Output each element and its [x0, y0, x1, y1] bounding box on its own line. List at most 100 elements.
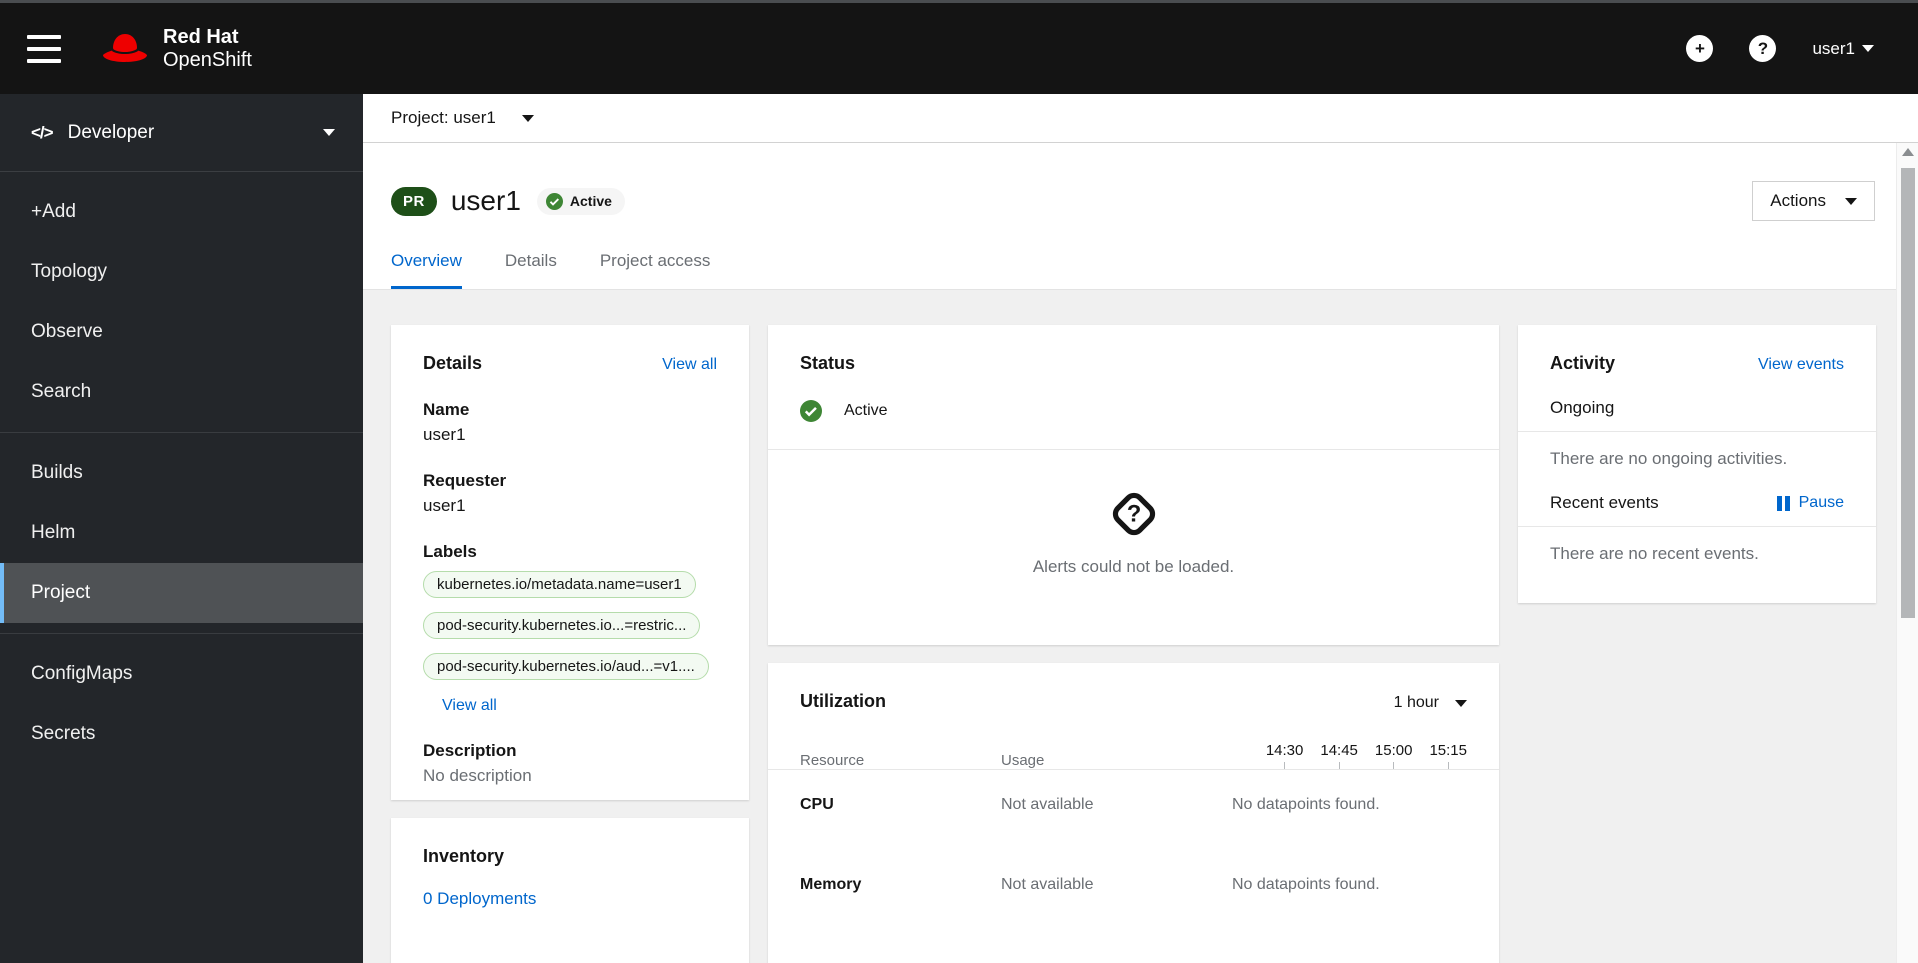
status-badge: Active	[536, 187, 625, 215]
status-row: Active	[800, 400, 1467, 422]
recent-events-empty-message: There are no recent events.	[1550, 544, 1759, 563]
user-menu[interactable]: user1	[1812, 39, 1874, 59]
details-view-all-link[interactable]: View all	[662, 356, 717, 374]
masthead: Red Hat OpenShift + ? user1	[0, 0, 1918, 94]
project-selector-label: Project: user1	[391, 108, 496, 127]
ongoing-heading: Ongoing	[1550, 398, 1615, 417]
usage-value: Not available	[1001, 876, 1094, 893]
help-icon[interactable]: ?	[1749, 35, 1777, 62]
utilization-row-cpu: CPU Not available No datapoints found.	[800, 796, 1467, 814]
view-events-link[interactable]: View events	[1758, 356, 1844, 374]
chevron-down-icon	[1455, 699, 1467, 707]
right-column: Activity View events Ongoing There are n…	[1518, 325, 1876, 603]
hamburger-icon	[27, 34, 61, 39]
column-resource: Resource	[800, 752, 865, 769]
sidebar: </> Developer +Add Topology Observe Sear…	[0, 94, 363, 963]
time-tick-label: 15:00	[1374, 742, 1413, 759]
vertical-scrollbar[interactable]	[1896, 143, 1918, 963]
tick-mark	[1284, 762, 1286, 769]
code-icon: </>	[31, 122, 54, 142]
perspective-switcher[interactable]: </> Developer	[0, 94, 363, 172]
inventory-card-title: Inventory	[423, 846, 505, 866]
field-value-name: user1	[423, 425, 466, 444]
inventory-card: Inventory 0 Deployments	[391, 818, 749, 963]
brand-line1: Red Hat	[163, 25, 239, 48]
main-content: Project: user1 PR user1 Active Actions O…	[363, 94, 1918, 963]
field-label-name: Name	[423, 400, 470, 419]
time-axis: 14:30 14:45 15:00 15:15	[1232, 742, 1467, 769]
actions-dropdown-button[interactable]: Actions	[1752, 181, 1875, 221]
scroll-region: PR user1 Active Actions Overview Details…	[363, 143, 1918, 963]
divider	[768, 769, 1499, 770]
brand-text: Red Hat OpenShift	[163, 26, 252, 72]
tick-mark	[1447, 762, 1449, 769]
sidebar-section: +Add Topology Observe Search	[0, 172, 363, 433]
scroll-up-arrow-icon[interactable]	[1902, 148, 1914, 156]
pause-button[interactable]: Pause	[1776, 494, 1844, 512]
ongoing-empty-message: There are no ongoing activities.	[1550, 449, 1788, 468]
details-card: Details View all Name user1 Requester us…	[391, 325, 749, 800]
sidebar-item-add[interactable]: +Add	[0, 182, 363, 242]
chevron-down-icon	[521, 114, 534, 122]
sidebar-section: Builds Helm Project	[0, 433, 363, 634]
sidebar-section: ConfigMaps Secrets	[0, 634, 363, 774]
openshift-console: Red Hat OpenShift + ? user1 </> Develope…	[0, 0, 1918, 963]
alerts-empty-state: ? Alerts could not be loaded.	[768, 450, 1499, 577]
details-card-title: Details	[423, 353, 483, 373]
tab-overview[interactable]: Overview	[391, 251, 462, 289]
nav-toggle-button[interactable]	[27, 34, 65, 63]
chevron-down-icon	[323, 129, 335, 136]
field-value-requester: user1	[423, 496, 466, 515]
scrollbar-thumb[interactable]	[1901, 168, 1915, 618]
tick-mark	[1393, 762, 1395, 769]
resource-name: Memory	[800, 876, 862, 893]
hamburger-icon	[27, 46, 61, 51]
actions-label: Actions	[1770, 191, 1826, 210]
title-row: PR user1 Active Actions	[363, 181, 1918, 221]
redhat-fedora-icon	[99, 31, 151, 67]
sidebar-item-builds[interactable]: Builds	[0, 443, 363, 503]
deployments-link[interactable]: 0 Deployments	[423, 889, 717, 909]
label-chip[interactable]: pod-security.kubernetes.io/aud...=v1....	[423, 653, 709, 680]
status-card: Status Active ? Alerts could not be load…	[768, 325, 1499, 645]
sidebar-item-topology[interactable]: Topology	[0, 242, 363, 302]
project-selector[interactable]: Project: user1	[363, 94, 1918, 143]
alerts-message: Alerts could not be loaded.	[1032, 557, 1235, 576]
sidebar-item-configmaps[interactable]: ConfigMaps	[0, 644, 363, 704]
field-label-requester: Requester	[423, 471, 507, 490]
status-value: Active	[844, 402, 888, 419]
sidebar-item-observe[interactable]: Observe	[0, 302, 363, 362]
time-tick-label: 15:15	[1429, 742, 1467, 759]
user-menu-label: user1	[1812, 38, 1855, 58]
label-chip[interactable]: pod-security.kubernetes.io...=restric...	[423, 612, 701, 639]
utilization-card-title: Utilization	[800, 691, 886, 711]
sidebar-item-helm[interactable]: Helm	[0, 503, 363, 563]
tab-details[interactable]: Details	[505, 251, 557, 289]
time-tick-label: 14:30	[1265, 742, 1304, 759]
pause-icon	[1776, 495, 1790, 511]
sidebar-item-secrets[interactable]: Secrets	[0, 704, 363, 764]
field-label-description: Description	[423, 741, 517, 760]
overview-dashboard: Details View all Name user1 Requester us…	[363, 290, 1918, 963]
brand-logo[interactable]: Red Hat OpenShift	[99, 26, 252, 72]
tab-project-access[interactable]: Project access	[600, 251, 711, 289]
utilization-card: Utilization 1 hour Resource Usage 14:30 …	[768, 663, 1499, 963]
pause-label: Pause	[1798, 494, 1844, 511]
chevron-down-icon	[1845, 197, 1857, 205]
labels-view-all-link[interactable]: View all	[442, 697, 717, 715]
masthead-toolbar: + ? user1	[1686, 35, 1918, 62]
duration-dropdown[interactable]: 1 hour	[1394, 694, 1467, 712]
sidebar-item-search[interactable]: Search	[0, 362, 363, 422]
tick-mark	[1338, 762, 1340, 769]
project-resource-badge: PR	[391, 186, 437, 216]
status-badge-label: Active	[569, 193, 612, 209]
page-title: user1	[450, 185, 521, 216]
sidebar-item-project[interactable]: Project	[0, 563, 363, 623]
recent-events-heading: Recent events	[1550, 493, 1659, 512]
brand-line2: OpenShift	[163, 48, 252, 71]
datapoints-message: No datapoints found.	[1232, 876, 1380, 893]
add-plus-icon[interactable]: +	[1686, 35, 1714, 62]
label-chip[interactable]: kubernetes.io/metadata.name=user1	[423, 571, 696, 598]
middle-column: Status Active ? Alerts could not be load…	[768, 325, 1499, 963]
perspective-label: Developer	[67, 121, 155, 143]
